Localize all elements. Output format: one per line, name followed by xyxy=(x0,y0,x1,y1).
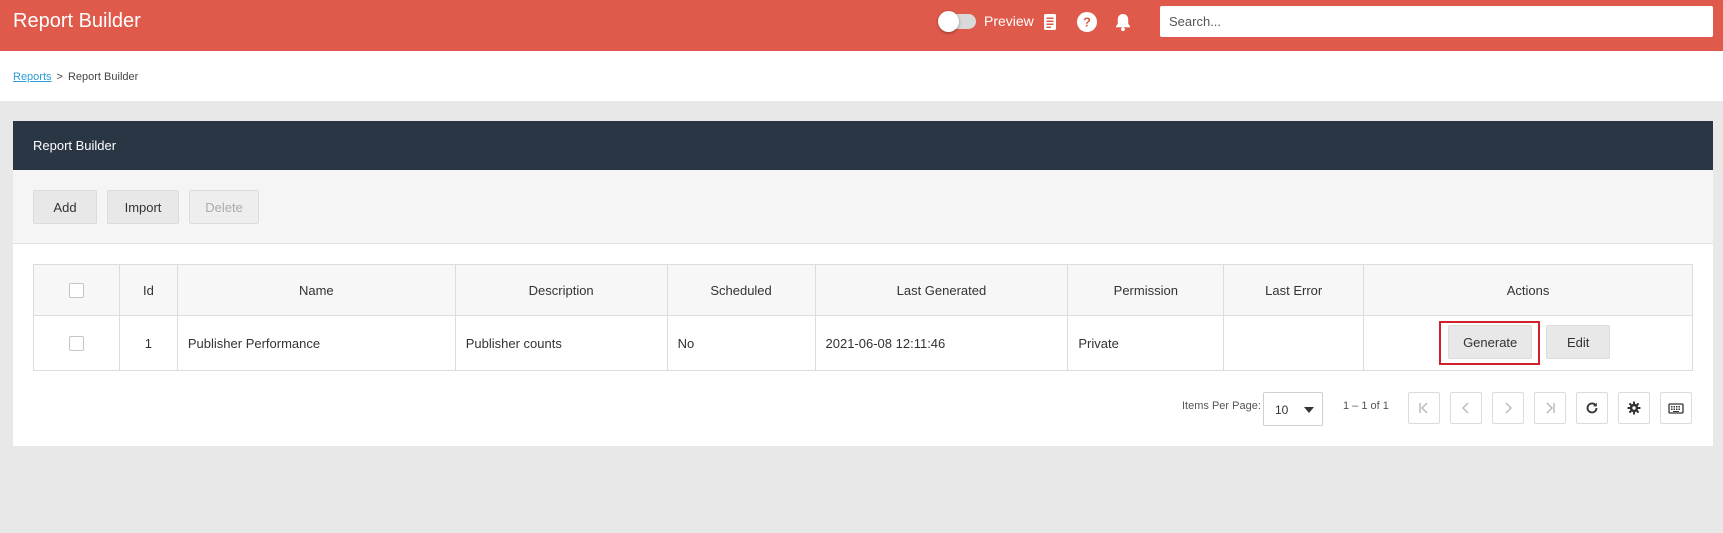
chevron-down-icon xyxy=(1304,407,1314,413)
refresh-icon xyxy=(1586,402,1598,414)
last-page-icon xyxy=(1546,402,1555,414)
breadcrumb-link-reports[interactable]: Reports xyxy=(13,71,52,83)
cell-scheduled: No xyxy=(666,315,816,371)
column-header-id[interactable]: Id xyxy=(118,264,178,316)
cell-actions: Generate Edit xyxy=(1363,315,1693,371)
column-header-permission[interactable]: Permission xyxy=(1067,264,1225,316)
cell-permission: Private xyxy=(1067,315,1225,371)
import-button[interactable]: Import xyxy=(107,190,179,224)
chevron-right-icon xyxy=(1505,402,1513,414)
top-bar: Report Builder Preview ? xyxy=(0,0,1723,51)
first-page-icon xyxy=(1419,402,1428,414)
items-per-page-select[interactable]: 10 xyxy=(1263,392,1323,426)
breadcrumb: Reports > Report Builder xyxy=(13,71,138,83)
help-icon[interactable]: ? xyxy=(1076,11,1098,33)
column-header-actions: Actions xyxy=(1363,264,1693,316)
column-header-last-error[interactable]: Last Error xyxy=(1223,264,1365,316)
preview-toggle[interactable] xyxy=(938,11,976,32)
add-button[interactable]: Add xyxy=(33,190,97,224)
bell-icon[interactable] xyxy=(1112,11,1134,33)
breadcrumb-bar: Reports > Report Builder xyxy=(0,51,1723,101)
edit-button[interactable]: Edit xyxy=(1546,325,1611,359)
next-page-button[interactable] xyxy=(1492,392,1524,424)
generate-button[interactable]: Generate xyxy=(1448,325,1533,359)
keyboard-button[interactable] xyxy=(1660,392,1692,424)
search-input[interactable] xyxy=(1160,6,1713,37)
report-icon[interactable] xyxy=(1039,11,1061,33)
select-all-cell xyxy=(33,264,120,316)
column-header-name[interactable]: Name xyxy=(176,264,456,316)
table-header-row: Id Name Description Scheduled Last Gener… xyxy=(33,264,1693,316)
refresh-button[interactable] xyxy=(1576,392,1608,424)
column-header-scheduled[interactable]: Scheduled xyxy=(666,264,816,316)
cell-last-generated: 2021-06-08 12:11:46 xyxy=(814,315,1069,371)
previous-page-button[interactable] xyxy=(1450,392,1482,424)
keyboard-icon xyxy=(1668,403,1684,414)
reports-table: Id Name Description Scheduled Last Gener… xyxy=(33,264,1693,371)
cell-description: Publisher counts xyxy=(454,315,668,371)
panel-title: Report Builder xyxy=(13,121,1713,170)
column-header-last-generated[interactable]: Last Generated xyxy=(814,264,1069,316)
cell-last-error xyxy=(1223,315,1365,371)
toggle-knob xyxy=(938,11,959,32)
row-checkbox[interactable] xyxy=(68,336,84,352)
report-builder-panel: Report Builder Add Import Delete Id Name… xyxy=(13,121,1713,446)
last-page-button[interactable] xyxy=(1534,392,1566,424)
breadcrumb-separator: > xyxy=(56,71,63,83)
gear-icon xyxy=(1627,401,1641,415)
page-range: 1 – 1 of 1 xyxy=(1343,400,1389,412)
breadcrumb-current: Report Builder xyxy=(67,71,139,83)
cell-id: 1 xyxy=(118,315,178,371)
delete-button: Delete xyxy=(189,190,259,224)
app-title: Report Builder xyxy=(13,10,141,32)
chevron-left-icon xyxy=(1461,402,1469,414)
panel-toolbar: Add Import Delete xyxy=(13,170,1713,244)
settings-button[interactable] xyxy=(1618,392,1650,424)
select-all-checkbox[interactable] xyxy=(68,283,84,299)
items-per-page-value: 10 xyxy=(1275,403,1289,417)
row-select-cell xyxy=(33,315,120,371)
preview-label: Preview xyxy=(984,13,1034,29)
table-row: 1 Publisher Performance Publisher counts… xyxy=(33,315,1693,371)
svg-text:?: ? xyxy=(1083,15,1091,30)
first-page-button[interactable] xyxy=(1408,392,1440,424)
items-per-page-label: Items Per Page: xyxy=(1182,400,1261,412)
column-header-description[interactable]: Description xyxy=(454,264,668,316)
generate-highlight: Generate xyxy=(1439,321,1541,365)
cell-name: Publisher Performance xyxy=(176,315,456,371)
